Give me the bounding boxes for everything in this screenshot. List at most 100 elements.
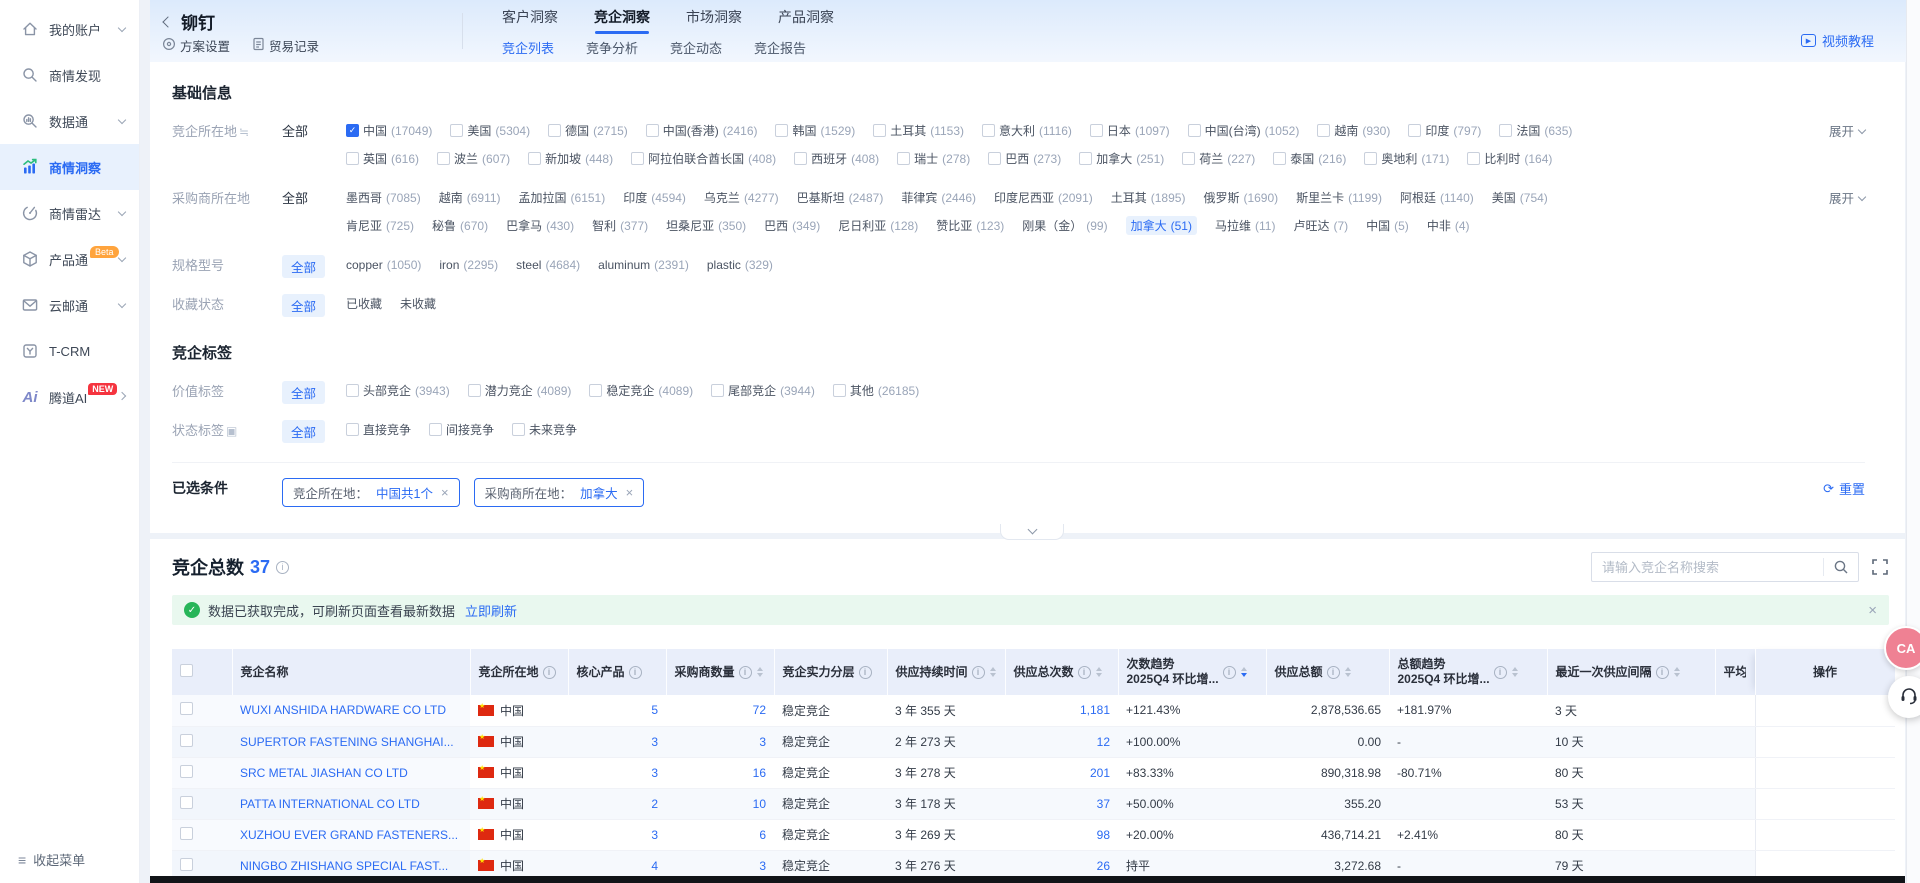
filter-option[interactable]: 坦桑尼亚(350) — [666, 217, 746, 234]
toolbar-scheme-button[interactable]: 方案设置 — [162, 36, 230, 55]
filter-option[interactable]: 日本(1097) — [1090, 122, 1170, 139]
search-input[interactable] — [1592, 553, 1812, 581]
row-checkbox[interactable] — [180, 765, 193, 778]
row-checkbox[interactable] — [180, 827, 193, 840]
subtab-竞企动态[interactable]: 竞企动态 — [670, 38, 722, 57]
checkbox-unchecked[interactable] — [548, 124, 561, 137]
info-icon[interactable]: i — [1078, 666, 1091, 679]
core-products-cell[interactable]: 3 — [568, 819, 666, 850]
chip-close-icon[interactable]: × — [626, 486, 634, 499]
checkbox-unchecked[interactable] — [450, 124, 463, 137]
filter-option[interactable]: 中非(4) — [1427, 217, 1470, 234]
supply-times-cell[interactable]: 37 — [1005, 788, 1118, 819]
filter-option[interactable]: 新加坡(448) — [528, 150, 613, 167]
sort-control[interactable] — [990, 667, 996, 677]
reset-button[interactable]: ⟳ 重置 — [1823, 479, 1865, 498]
filter-option[interactable]: 赞比亚(123) — [936, 217, 1004, 234]
filter-option[interactable]: 阿拉伯联合酋长国(408) — [631, 150, 776, 167]
filter-option[interactable]: 稳定竞企(4089) — [589, 382, 693, 399]
filter-option[interactable]: 奥地利(171) — [1364, 150, 1449, 167]
subtab-竞企列表[interactable]: 竞企列表 — [502, 38, 554, 57]
checkbox-unchecked[interactable] — [1408, 124, 1421, 137]
checkbox-unchecked[interactable] — [711, 384, 724, 397]
checkbox-unchecked[interactable] — [833, 384, 846, 397]
company-link[interactable]: SUPERTOR FASTENING SHANGHAI... — [240, 735, 454, 749]
expand-view-icon[interactable] — [1871, 558, 1889, 576]
info-icon[interactable]: i — [1494, 666, 1507, 679]
sidebar-item-chart[interactable]: 商情洞察 — [0, 144, 139, 190]
filter-option[interactable]: 斯里兰卡(1199) — [1296, 189, 1382, 206]
buyer-count-cell[interactable]: 16 — [666, 757, 774, 788]
buyer-count-cell[interactable]: 3 — [666, 726, 774, 757]
filter-option[interactable]: 越南(6911) — [439, 189, 501, 206]
filter-option[interactable]: 孟加拉国(6151) — [519, 189, 606, 206]
checkbox-unchecked[interactable] — [1182, 152, 1195, 165]
tab-市场洞察[interactable]: 市场洞察 — [686, 7, 742, 34]
filter-option[interactable]: 墨西哥(7085) — [346, 189, 421, 206]
filter-all-option[interactable]: 全部 — [282, 294, 325, 317]
core-products-cell[interactable]: 3 — [568, 726, 666, 757]
company-link[interactable]: XUZHOU EVER GRAND FASTENERS... — [240, 828, 458, 842]
filter-option[interactable]: plastic(329) — [707, 258, 773, 272]
filter-option[interactable]: 加拿大(251) — [1079, 150, 1164, 167]
toolbar-doc-button[interactable]: 贸易记录 — [252, 36, 319, 55]
filter-option[interactable]: 德国(2715) — [548, 122, 628, 139]
filter-option[interactable]: 比利时(164) — [1467, 150, 1552, 167]
filter-option[interactable]: 巴基斯坦(2487) — [797, 189, 884, 206]
select-all-checkbox[interactable] — [180, 664, 193, 677]
filter-option[interactable]: 间接竞争 — [429, 421, 494, 438]
filter-option[interactable]: 尾部竞企(3944) — [711, 382, 815, 399]
core-products-cell[interactable]: 2 — [568, 788, 666, 819]
selected-condition-chip[interactable]: 采购商所在地：加拿大× — [474, 478, 645, 507]
filter-option[interactable]: 印度(797) — [1408, 122, 1481, 139]
back-icon[interactable] — [162, 16, 173, 27]
supply-times-cell[interactable]: 98 — [1005, 819, 1118, 850]
expand-button[interactable]: 展开 — [1829, 121, 1865, 140]
checkbox-unchecked[interactable] — [589, 384, 602, 397]
filter-option[interactable]: 中国(香港)(2416) — [646, 122, 758, 139]
filter-option[interactable]: 韩国(1529) — [775, 122, 855, 139]
checkbox-unchecked[interactable] — [988, 152, 1001, 165]
checkbox-unchecked[interactable] — [794, 152, 807, 165]
row-checkbox[interactable] — [180, 702, 193, 715]
core-products-cell[interactable]: 5 — [568, 695, 666, 726]
filter-option[interactable]: 阿根廷(1140) — [1400, 189, 1474, 206]
checkbox-unchecked[interactable] — [512, 423, 525, 436]
filter-option[interactable]: 越南(930) — [1317, 122, 1390, 139]
sidebar-item-ai[interactable]: Ai腾道AINEW — [0, 374, 139, 420]
filter-option[interactable]: 荷兰(227) — [1182, 150, 1255, 167]
checkbox-unchecked[interactable] — [1090, 124, 1103, 137]
checkbox-unchecked[interactable] — [873, 124, 886, 137]
info-icon[interactable]: i — [1656, 666, 1669, 679]
filter-option[interactable]: 其他(26185) — [833, 382, 919, 399]
filter-option[interactable]: 智利(377) — [592, 217, 648, 234]
checkbox-unchecked[interactable] — [1079, 152, 1092, 165]
info-icon[interactable]: i — [1327, 666, 1340, 679]
horizontal-scrollbar[interactable] — [150, 876, 1905, 883]
buyer-count-cell[interactable]: 72 — [666, 695, 774, 726]
floating-avatar[interactable]: CA — [1884, 626, 1920, 670]
filter-option[interactable]: 俄罗斯(1690) — [1203, 189, 1278, 206]
filter-all-option[interactable]: 全部 — [282, 255, 325, 278]
info-icon[interactable]: i — [972, 666, 985, 679]
expand-button[interactable]: 展开 — [1829, 188, 1865, 207]
filter-option[interactable]: 头部竞企(3943) — [346, 382, 450, 399]
tab-竞企洞察[interactable]: 竞企洞察 — [594, 7, 650, 34]
filter-option[interactable]: copper(1050) — [346, 258, 421, 272]
filter-all-option[interactable]: 全部 — [282, 381, 325, 404]
tab-产品洞察[interactable]: 产品洞察 — [778, 7, 834, 34]
filter-option[interactable]: 尼日利亚(128) — [838, 217, 918, 234]
filter-option[interactable]: 意大利(1116) — [982, 122, 1072, 139]
checkbox-unchecked[interactable] — [631, 152, 644, 165]
filter-option[interactable]: 瑞士(278) — [897, 150, 970, 167]
buyer-count-cell[interactable]: 10 — [666, 788, 774, 819]
filter-option[interactable]: 菲律宾(2446) — [901, 189, 976, 206]
row-checkbox[interactable] — [180, 858, 193, 871]
checkbox-checked[interactable]: ✓ — [346, 124, 359, 137]
checkbox-unchecked[interactable] — [346, 384, 359, 397]
info-icon[interactable]: i — [543, 666, 556, 679]
checkbox-unchecked[interactable] — [775, 124, 788, 137]
company-link[interactable]: SRC METAL JIASHAN CO LTD — [240, 766, 408, 780]
filter-option[interactable]: 印度尼西亚(2091) — [994, 189, 1093, 206]
selected-condition-chip[interactable]: 竞企所在地：中国共1个× — [282, 478, 460, 507]
